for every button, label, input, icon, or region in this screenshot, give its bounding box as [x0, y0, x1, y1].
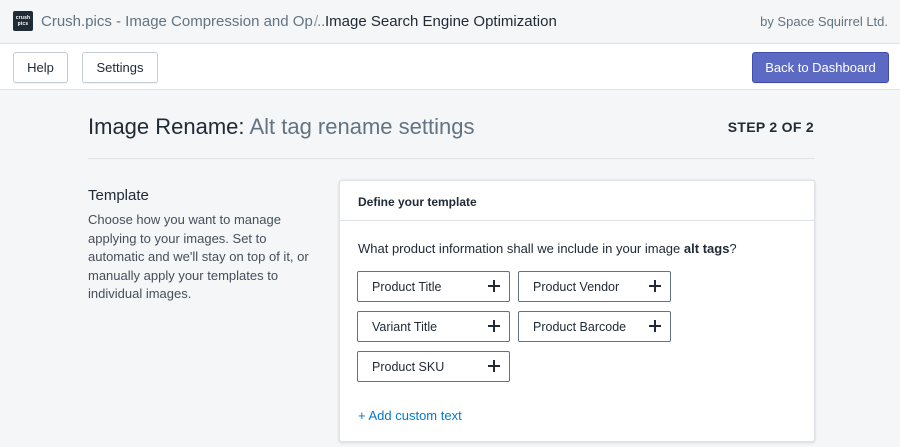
developer-byline: by Space Squirrel Ltd.	[760, 14, 888, 29]
breadcrumb-separator: /	[314, 13, 319, 30]
plus-icon	[488, 317, 500, 335]
page-title-main: Image Rename:	[88, 114, 245, 139]
section-description: Choose how you want to manage applying t…	[88, 212, 309, 301]
plus-icon	[649, 277, 661, 295]
chip-label: Product Vendor	[533, 280, 620, 294]
card-header: Define your template	[340, 181, 814, 221]
chip-product-title[interactable]: Product Title	[357, 271, 510, 302]
chip-product-vendor[interactable]: Product Vendor	[518, 271, 671, 302]
breadcrumb-app-name[interactable]: Crush.pics - Image Compression and Op...	[41, 13, 325, 30]
card-title: Define your template	[358, 195, 477, 209]
page-title: Image Rename: Alt tag rename settings	[88, 114, 474, 140]
app-logo: crush pics	[13, 11, 33, 31]
plus-icon	[488, 357, 500, 375]
breadcrumb-page-name: Image Search Engine Optimization	[325, 13, 557, 30]
step-indicator: STEP 2 OF 2	[727, 119, 814, 135]
plus-icon	[649, 317, 661, 335]
header-divider	[88, 158, 815, 159]
chip-label: Product SKU	[372, 360, 445, 374]
template-question: What product information shall we includ…	[358, 241, 737, 256]
add-custom-text-link[interactable]: + Add custom text	[358, 408, 462, 423]
help-button[interactable]: Help	[13, 52, 68, 83]
chip-variant-title[interactable]: Variant Title	[357, 311, 510, 342]
section-heading: Template	[88, 187, 149, 204]
chip-label: Product Barcode	[533, 320, 627, 334]
back-to-dashboard-button[interactable]: Back to Dashboard	[752, 52, 889, 83]
chip-label: Variant Title	[372, 320, 438, 334]
plus-icon	[488, 277, 500, 295]
settings-button[interactable]: Settings	[82, 52, 158, 83]
top-bar: crush pics Crush.pics - Image Compressio…	[0, 0, 900, 44]
chip-label: Product Title	[372, 280, 442, 294]
chip-product-sku[interactable]: Product SKU	[357, 351, 510, 382]
template-card: Define your template What product inform…	[339, 180, 815, 442]
chip-product-barcode[interactable]: Product Barcode	[518, 311, 671, 342]
action-toolbar: Help Settings Back to Dashboard	[0, 44, 900, 90]
page-title-subtitle: Alt tag rename settings	[249, 114, 475, 139]
